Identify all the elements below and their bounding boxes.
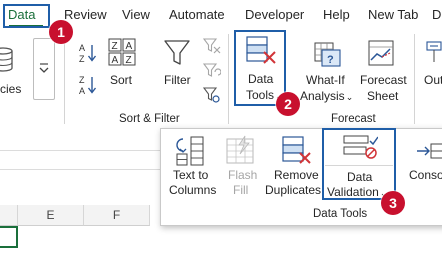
flash-fill-button[interactable]: Fill <box>233 183 248 198</box>
remove-duplicates-label-1: Remove <box>274 168 319 182</box>
selected-cell[interactable] <box>0 226 18 248</box>
svg-text:?: ? <box>327 54 334 66</box>
forecast-sheet-icon <box>368 40 394 66</box>
forecast-sheet-button[interactable]: Sheet <box>367 89 398 104</box>
remove-duplicates-icon <box>282 136 311 164</box>
data-tools-button[interactable] <box>234 30 286 106</box>
tab-partial[interactable]: D <box>432 7 441 23</box>
data-tools-group-label: Data Tools <box>313 208 368 220</box>
step-badge-2: 2 <box>276 92 300 116</box>
tab-data-highlight <box>3 4 50 28</box>
svg-text:Z: Z <box>112 41 118 52</box>
outline-icon <box>426 41 442 62</box>
tab-view[interactable]: View <box>122 7 150 23</box>
svg-text:A: A <box>79 43 85 53</box>
sort-descending-icon[interactable]: Z A <box>78 74 98 96</box>
data-validation-button[interactable] <box>322 128 396 200</box>
what-if-analysis-button[interactable]: Analysis⌄ <box>300 89 353 105</box>
what-if-analysis-icon: ? <box>314 42 341 67</box>
tab-review[interactable]: Review <box>64 7 107 23</box>
consolidate-button[interactable]: Consolid <box>409 168 442 183</box>
queries-partial-label[interactable]: cies <box>0 82 21 97</box>
svg-text:Z: Z <box>79 75 85 85</box>
sort-filter-group-label: Sort & Filter <box>119 113 180 125</box>
column-header-partial <box>0 205 18 226</box>
step-badge-3: 3 <box>381 191 405 215</box>
text-to-columns-icon <box>176 136 204 166</box>
svg-text:Z: Z <box>126 55 132 66</box>
text-to-columns-label-1: Text to <box>173 168 209 182</box>
forecast-group-label: Forecast <box>331 113 376 125</box>
tab-new-tab[interactable]: New Tab <box>368 7 418 23</box>
tab-help[interactable]: Help <box>323 7 350 23</box>
column-header-f[interactable]: F <box>84 205 150 226</box>
flash-fill-label-1: Flash <box>228 168 258 182</box>
tab-automate[interactable]: Automate <box>169 7 225 23</box>
remove-duplicates-button[interactable]: Duplicates <box>265 183 321 198</box>
reapply-filter-icon[interactable] <box>203 62 221 80</box>
step-badge-1: 1 <box>49 20 73 44</box>
separator <box>414 34 415 124</box>
filter-button[interactable]: Filter <box>164 73 191 88</box>
svg-text:A: A <box>79 86 85 96</box>
clear-filter-icon[interactable] <box>203 37 221 55</box>
sort-icon: Z A A Z <box>108 38 136 66</box>
consolidate-icon <box>417 143 442 159</box>
forecast-sheet-label-1: Forecast <box>360 73 407 87</box>
svg-text:A: A <box>126 41 133 52</box>
outline-partial-label[interactable]: Out <box>424 73 442 88</box>
column-header-e[interactable]: E <box>18 205 84 226</box>
dropdown-chevron-icon <box>39 63 49 73</box>
database-icon <box>0 47 13 72</box>
what-if-label-1: What-If <box>306 73 345 87</box>
sort-button[interactable]: Sort <box>110 73 132 88</box>
tab-developer[interactable]: Developer <box>245 7 304 23</box>
separator <box>64 34 65 124</box>
ribbon-body: cies A Z Z A Z A A Z Sort Filter Sort & … <box>0 30 442 130</box>
svg-text:A: A <box>112 55 119 66</box>
advanced-filter-icon[interactable] <box>203 86 221 104</box>
separator <box>228 34 229 124</box>
svg-text:Z: Z <box>79 54 85 64</box>
sort-ascending-icon[interactable]: A Z <box>78 42 98 64</box>
filter-funnel-icon <box>164 40 190 65</box>
queries-dropdown-button[interactable] <box>33 38 55 100</box>
flash-fill-icon <box>226 135 254 164</box>
text-to-columns-button[interactable]: Columns <box>169 183 216 198</box>
